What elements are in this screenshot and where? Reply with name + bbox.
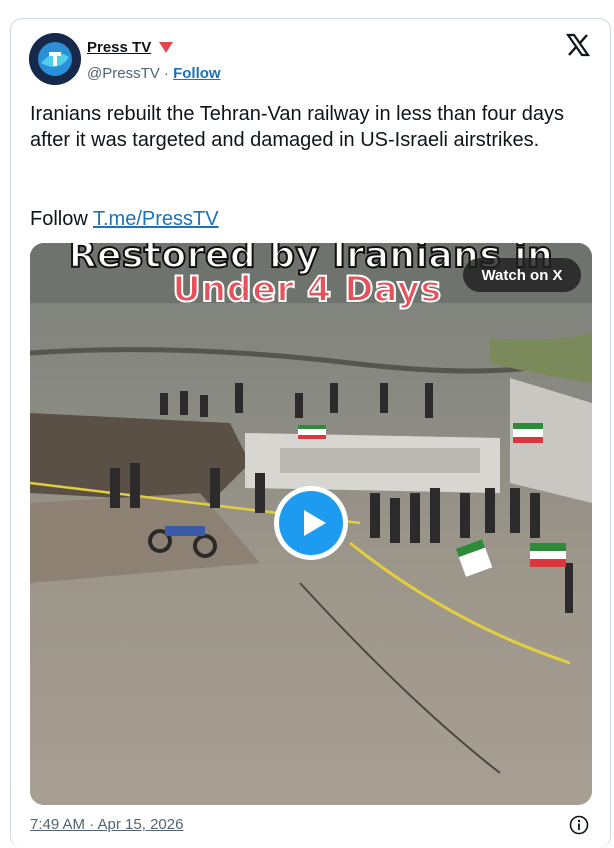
handle-row: @PressTV · Follow — [87, 65, 221, 82]
play-icon — [279, 491, 343, 555]
display-name-row[interactable]: Press TV — [87, 39, 174, 56]
play-button[interactable] — [274, 486, 348, 560]
tweet-body: Iranians rebuilt the Tehran-Van railway … — [30, 103, 564, 151]
x-logo-icon[interactable] — [566, 33, 590, 57]
watch-on-x-button[interactable]: Watch on X — [463, 258, 581, 292]
red-triangle-badge-icon — [159, 41, 174, 53]
follow-prefix: Follow — [30, 208, 88, 230]
separator: · — [163, 65, 169, 82]
avatar[interactable] — [29, 33, 81, 85]
follow-link[interactable]: Follow — [173, 65, 221, 82]
info-icon[interactable] — [569, 815, 589, 835]
timestamp[interactable]: 7:49 AM · Apr 15, 2026 — [30, 816, 183, 833]
handle[interactable]: @PressTV — [87, 65, 160, 82]
display-name[interactable]: Press TV — [87, 39, 151, 56]
telegram-link[interactable]: T.me/PressTV — [93, 208, 219, 230]
follow-line: Follow T.me/PressTV — [30, 206, 219, 232]
press-tv-logo-icon — [29, 33, 81, 85]
video-player[interactable]: Restored by Iranians in Under 4 Days Wat… — [30, 243, 592, 805]
